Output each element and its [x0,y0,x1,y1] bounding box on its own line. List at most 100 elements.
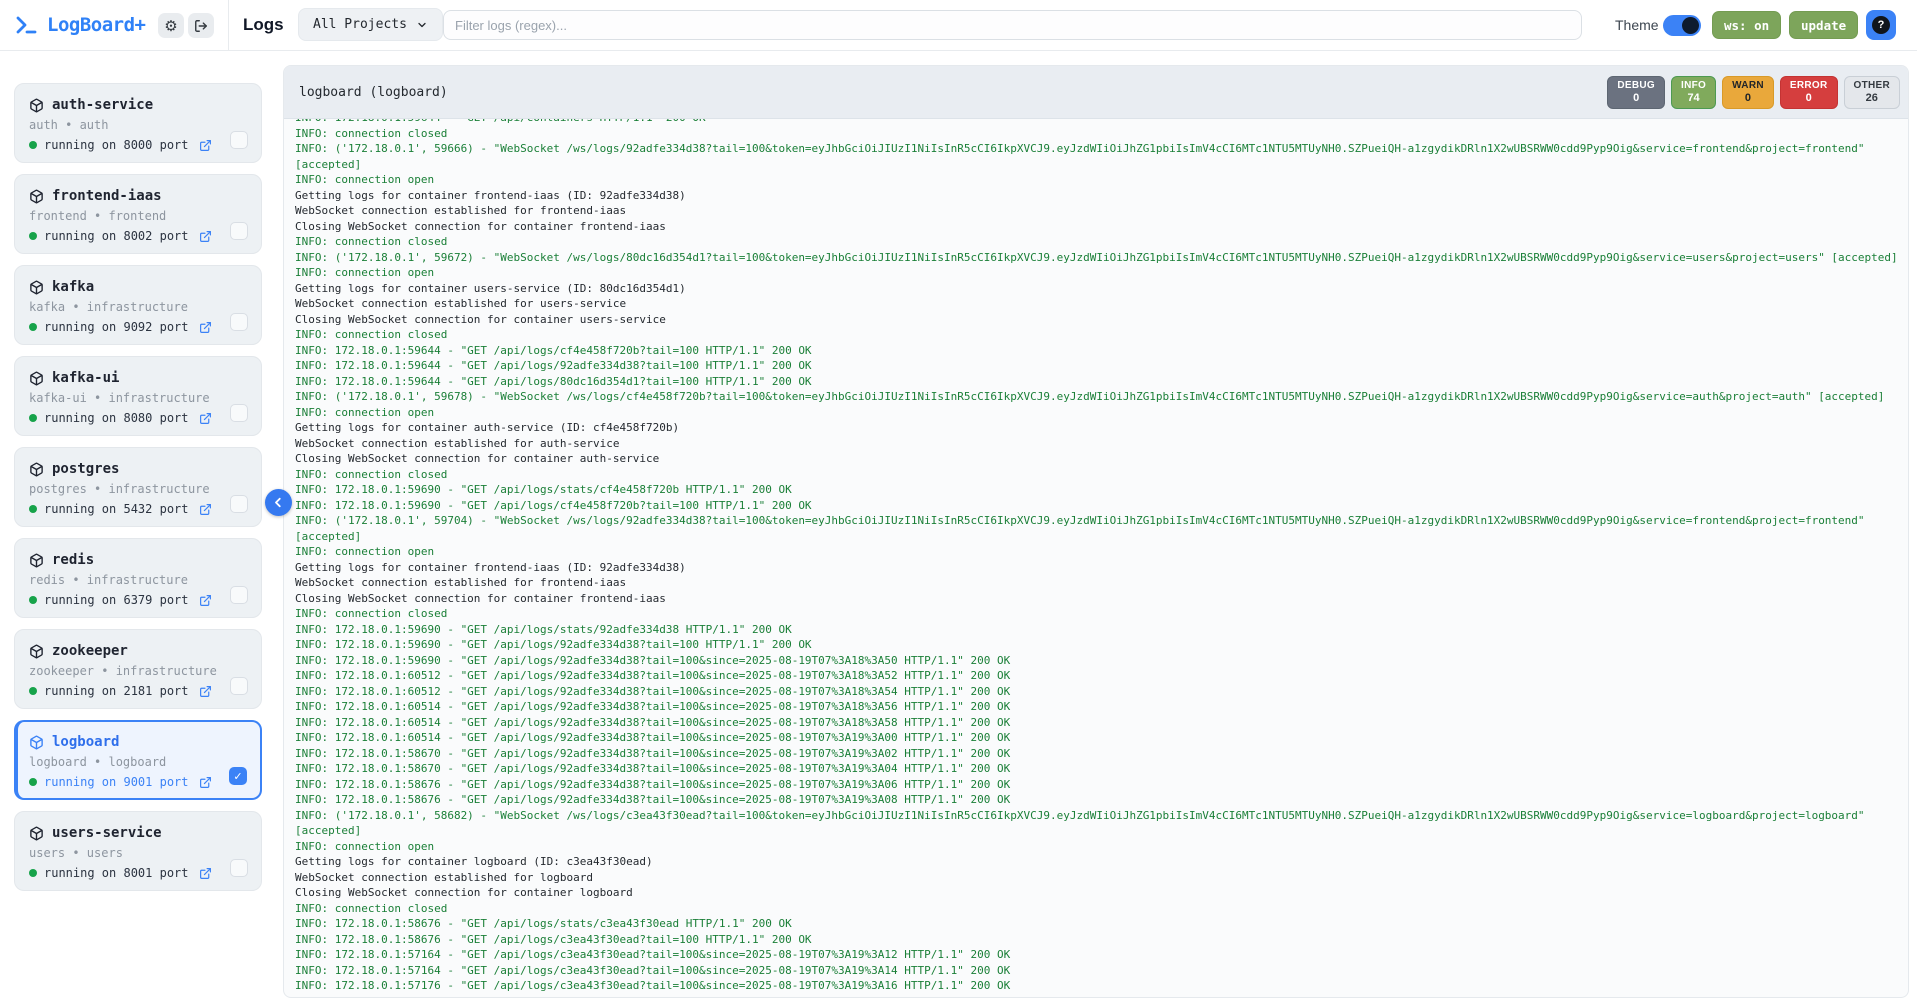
package-cube-icon [29,189,44,204]
log-line: Closing WebSocket connection for contain… [295,219,1908,235]
service-status-row: running on 9001 port [29,775,249,789]
badge-count: 0 [1790,92,1828,105]
theme-toggle-knob [1682,17,1699,34]
log-line: INFO: 172.18.0.1:59690 - "GET /api/logs/… [295,482,1908,498]
service-card[interactable]: postgres postgres • infrastructure runni… [14,447,262,527]
service-name: frontend-iaas [52,188,162,204]
service-select-checkbox[interactable]: ✓ [230,313,248,331]
package-cube-icon [29,644,44,659]
service-card[interactable]: kafka kafka • infrastructure running on … [14,265,262,345]
log-level-badge[interactable]: OTHER 26 [1844,76,1901,109]
log-line: Closing WebSocket connection for contain… [295,591,1908,607]
log-line: INFO: connection open [295,265,1908,281]
service-project-subtitle: users • users [29,846,249,860]
log-level-badge[interactable]: ERROR 0 [1780,76,1838,109]
log-line: WebSocket connection established for fro… [295,575,1908,591]
service-title-row: redis [29,552,249,568]
package-cube-icon [29,98,44,113]
service-select-checkbox[interactable]: ✓ [230,131,248,149]
service-select-checkbox[interactable]: ✓ [230,677,248,695]
log-line: INFO: 172.18.0.1:60514 - "GET /api/logs/… [295,699,1908,715]
project-filter-dropdown[interactable]: All Projects [298,8,443,41]
help-button[interactable]: ? [1866,10,1896,40]
service-status-row: running on 8000 port [29,138,249,152]
logout-button[interactable] [188,13,214,38]
service-name: kafka-ui [52,370,119,386]
settings-button[interactable]: ⚙ [158,13,184,38]
service-select-checkbox[interactable]: ✓ [230,859,248,877]
update-button[interactable]: update [1789,11,1858,39]
service-title-row: kafka [29,279,249,295]
package-cube-icon [29,280,44,295]
service-status-row: running on 8002 port [29,229,249,243]
gear-icon: ⚙ [164,17,177,35]
service-select-checkbox[interactable]: ✓ [230,495,248,513]
running-status-dot [29,505,37,513]
external-link-icon[interactable] [199,412,212,425]
service-project-subtitle: zookeeper • infrastructure [29,664,249,678]
service-status-row: running on 6379 port [29,593,249,607]
service-card[interactable]: redis redis • infrastructure running on … [14,538,262,618]
theme-toggle[interactable] [1663,15,1701,36]
log-line: INFO: 172.18.0.1:60512 - "GET /api/logs/… [295,668,1908,684]
external-link-icon[interactable] [199,776,212,789]
external-link-icon[interactable] [199,594,212,607]
log-line: Getting logs for container logboard (ID:… [295,854,1908,870]
log-line: INFO: 172.18.0.1:58676 - "GET /api/logs/… [295,792,1908,808]
log-line: INFO: ('172.18.0.1', 59672) - "WebSocket… [295,250,1908,266]
external-link-icon[interactable] [199,685,212,698]
service-title-row: auth-service [29,97,249,113]
sidebar-collapse-button[interactable] [265,489,292,516]
service-name: logboard [52,734,119,750]
running-status-dot [29,323,37,331]
log-scroll-area[interactable]: INFO: 172.18.0.1:59644 - "GET /api/conta… [284,119,1908,996]
top-bar: LogBoard+ ⚙ Logs All Projects Theme ws: … [0,0,1917,51]
service-select-checkbox[interactable]: ✓ [230,586,248,604]
service-status-text: running on 6379 port [44,593,189,607]
external-link-icon[interactable] [199,867,212,880]
service-name: auth-service [52,97,153,113]
question-mark-icon: ? [1872,16,1890,34]
service-card[interactable]: frontend-iaas frontend • frontend runnin… [14,174,262,254]
service-card[interactable]: users-service users • users running on 8… [14,811,262,891]
theme-label: Theme [1615,0,1659,50]
log-line: INFO: 172.18.0.1:59690 - "GET /api/logs/… [295,653,1908,669]
external-link-icon[interactable] [199,321,212,334]
badge-label: ERROR [1790,79,1828,92]
service-card[interactable]: zookeeper zookeeper • infrastructure run… [14,629,262,709]
log-line: INFO: connection open [295,172,1908,188]
service-select-checkbox[interactable]: ✓ [230,222,248,240]
external-link-icon[interactable] [199,503,212,516]
log-filter-input[interactable] [443,10,1582,40]
log-level-badge[interactable]: INFO 74 [1671,76,1716,109]
service-status-row: running on 5432 port [29,502,249,516]
log-line: INFO: 172.18.0.1:59690 - "GET /api/logs/… [295,622,1908,638]
log-lines: INFO: 172.18.0.1:59644 - "GET /api/conta… [295,119,1908,994]
log-line: Getting logs for container auth-service … [295,420,1908,436]
service-status-text: running on 8000 port [44,138,189,152]
service-status-row: running on 8001 port [29,866,249,880]
log-line: INFO: connection closed [295,234,1908,250]
service-card[interactable]: kafka-ui kafka-ui • infrastructure runni… [14,356,262,436]
external-link-icon[interactable] [199,139,212,152]
service-card[interactable]: logboard logboard • logboard running on … [14,720,262,800]
log-line: Closing WebSocket connection for contain… [295,451,1908,467]
log-line: INFO: 172.18.0.1:59644 - "GET /api/logs/… [295,374,1908,390]
badge-label: WARN [1732,79,1764,92]
log-line: INFO: 172.18.0.1:57176 - "GET /api/logs/… [295,978,1908,994]
log-line: INFO: 172.18.0.1:59644 - "GET /api/logs/… [295,358,1908,374]
running-status-dot [29,869,37,877]
websocket-status-button[interactable]: ws: on [1712,11,1781,39]
service-select-checkbox[interactable]: ✓ [229,767,247,785]
external-link-icon[interactable] [199,230,212,243]
log-level-badge[interactable]: WARN 0 [1722,76,1774,109]
log-level-badge[interactable]: DEBUG 0 [1607,76,1665,109]
running-status-dot [29,141,37,149]
badge-label: DEBUG [1617,79,1655,92]
service-status-text: running on 8001 port [44,866,189,880]
log-line: WebSocket connection established for log… [295,870,1908,886]
service-project-subtitle: logboard • logboard [29,755,249,769]
service-card[interactable]: auth-service auth • auth running on 8000… [14,83,262,163]
service-select-checkbox[interactable]: ✓ [230,404,248,422]
log-line: INFO: connection closed [295,126,1908,142]
